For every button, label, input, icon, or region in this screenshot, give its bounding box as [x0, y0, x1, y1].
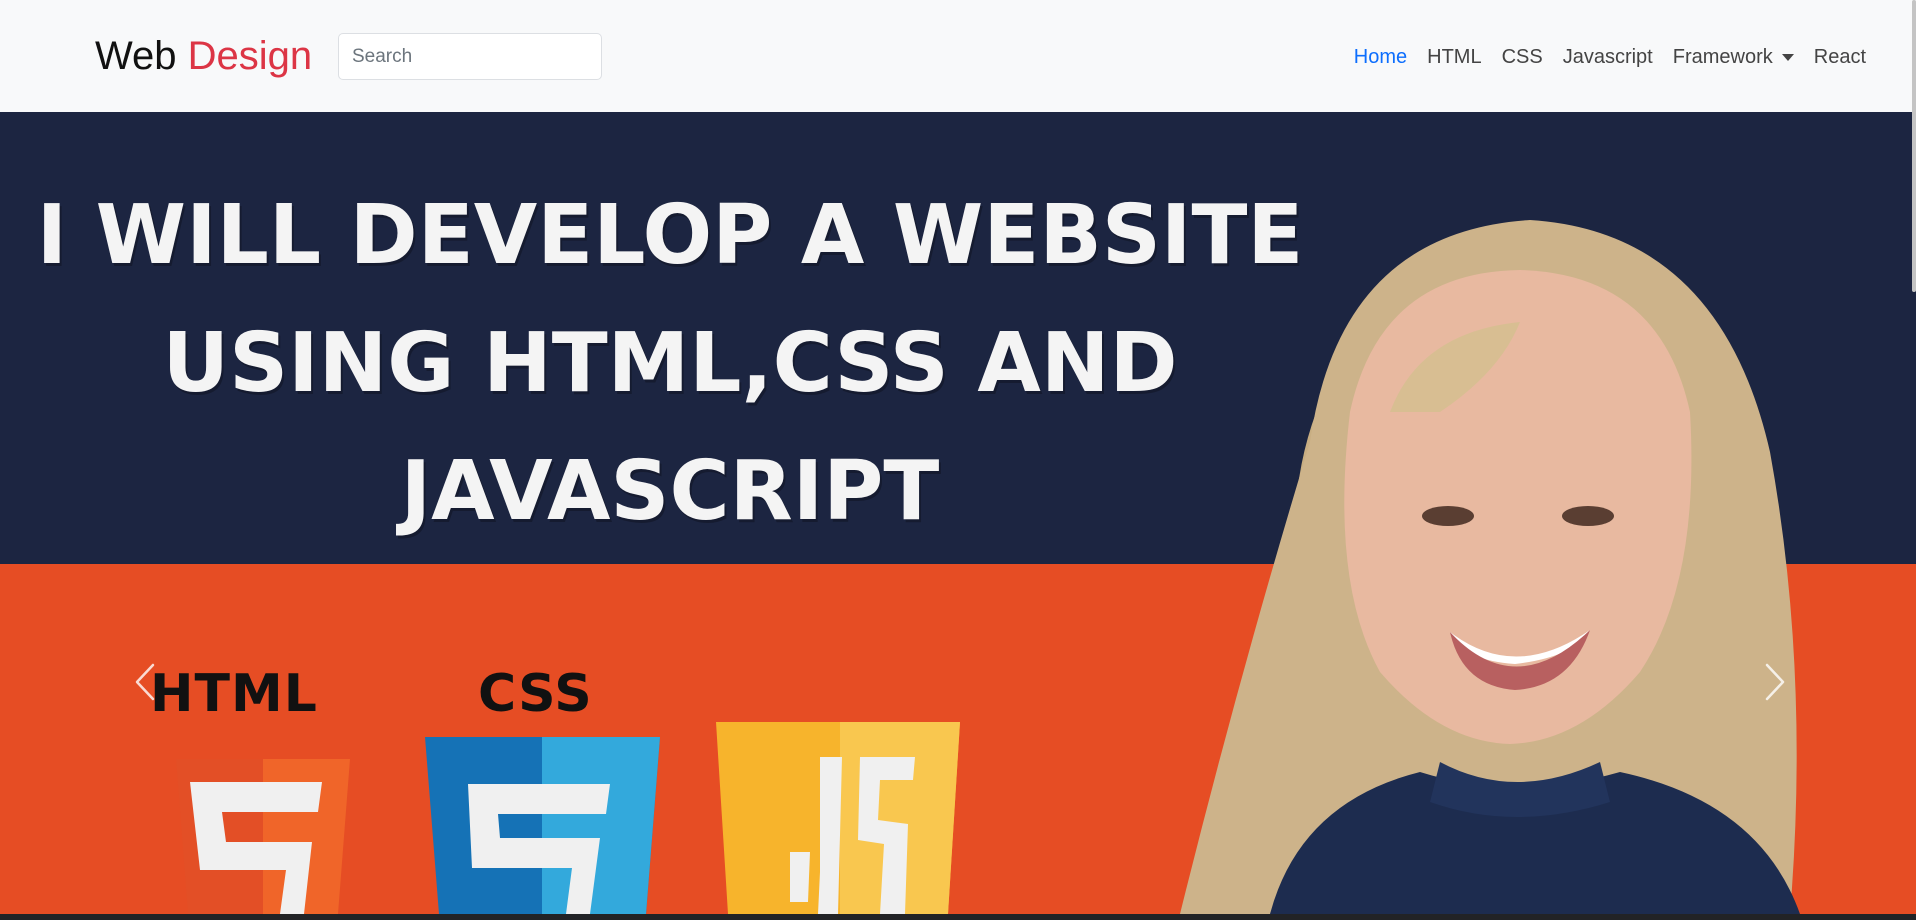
chevron-left-icon: [135, 663, 155, 701]
css3-shield-icon: [425, 737, 660, 914]
caret-down-icon: [1781, 53, 1794, 61]
chevron-right-icon: [1765, 663, 1785, 701]
navbar: Web Design Home HTML CSS Javascript Fram…: [0, 0, 1916, 112]
nav-home[interactable]: Home: [1344, 42, 1417, 72]
js-shield-icon: [716, 722, 960, 914]
nav-react[interactable]: React: [1804, 42, 1876, 72]
html5-shield-icon: [176, 759, 350, 914]
carousel-prev-button[interactable]: [115, 642, 175, 722]
brand-text-web: Web: [95, 34, 177, 78]
html-logo-label: HTML: [150, 664, 318, 724]
brand-text-design: Design: [187, 34, 313, 78]
hero-headline-line-2: USING HTML,CSS AND: [162, 316, 1178, 411]
nav-javascript[interactable]: Javascript: [1553, 42, 1663, 72]
css-logo-label: CSS: [478, 664, 593, 724]
hero-headline: I WILL DEVELOP A WEBSITE USING HTML,CSS …: [0, 172, 1340, 556]
carousel-next-button[interactable]: [1745, 642, 1805, 722]
nav-framework-dropdown[interactable]: Framework: [1663, 42, 1804, 72]
nav-framework-label: Framework: [1672, 46, 1773, 68]
vertical-scrollbar[interactable]: [1912, 0, 1916, 292]
search-input[interactable]: [338, 33, 602, 80]
page-bottom-edge: [0, 914, 1916, 920]
nav-html[interactable]: HTML: [1417, 42, 1491, 72]
main-nav: Home HTML CSS Javascript Framework React: [1344, 42, 1876, 72]
hero-carousel: I WILL DEVELOP A WEBSITE USING HTML,CSS …: [0, 112, 1916, 914]
hero-headline-line-1: I WILL DEVELOP A WEBSITE: [36, 188, 1304, 283]
brand-logo[interactable]: Web Design: [95, 32, 312, 80]
nav-css[interactable]: CSS: [1492, 42, 1553, 72]
hero-headline-line-3: JAVASCRIPT: [400, 444, 940, 539]
